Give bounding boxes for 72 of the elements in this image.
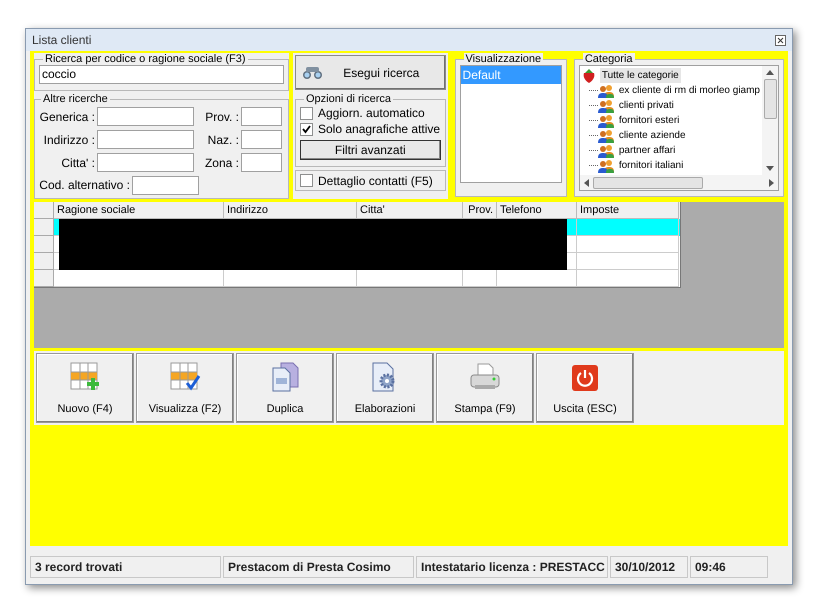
field-label: Naz. : <box>206 132 240 148</box>
close-button[interactable] <box>775 34 786 46</box>
tree-item[interactable]: ex cliente di rm di morleo giamp <box>616 83 762 98</box>
group-label: Opzioni di ricerca <box>304 93 393 105</box>
tree-item[interactable]: partner affari <box>616 143 678 158</box>
status-field: 3 record trovati <box>30 556 221 578</box>
checkbox[interactable] <box>300 174 313 187</box>
input-field[interactable] <box>241 153 282 172</box>
input-field[interactable] <box>97 130 194 149</box>
advanced-filters-button[interactable]: Filtri avanzati <box>300 140 441 160</box>
toolbar-button[interactable]: Uscita (ESC) <box>536 353 634 423</box>
field-label: Zona : <box>204 154 240 172</box>
tree-item[interactable]: Tutte le categorie <box>600 68 681 83</box>
table-row[interactable] <box>34 253 680 270</box>
group-label: Categoria <box>582 53 635 65</box>
field-label: Generica : <box>38 108 96 126</box>
binoculars-icon <box>302 66 324 80</box>
input-field[interactable]: coccio <box>39 65 284 84</box>
input-field[interactable] <box>97 153 194 172</box>
checkbox[interactable] <box>300 122 313 136</box>
table-row[interactable] <box>34 219 680 236</box>
input-field[interactable] <box>132 176 199 194</box>
close-icon <box>777 36 784 44</box>
status-field: Prestacom di Presta Cosimo <box>223 556 414 578</box>
field-label: Prov. : <box>204 108 240 126</box>
scroll-down-icon[interactable] <box>766 166 774 171</box>
checkbox-label: Solo anagrafiche attive <box>318 121 440 138</box>
table-add-icon <box>69 360 101 392</box>
vertical-scrollbar[interactable] <box>762 66 778 175</box>
tree-item[interactable]: fornitori esteri <box>616 113 682 128</box>
checkbox-label: Aggiorn. automatico <box>318 105 425 122</box>
status-field: Intestatario licenza : PRESTACC <box>416 556 608 578</box>
row-header[interactable] <box>34 236 54 253</box>
status-field: 30/10/2012 <box>610 556 688 578</box>
row-header[interactable] <box>34 219 54 236</box>
row-header[interactable] <box>34 253 54 270</box>
people-icon <box>598 98 614 112</box>
status-field: 09:46 <box>690 556 768 578</box>
input-field[interactable] <box>97 107 194 126</box>
group-label: Ricerca per codice o ragione sociale (F3) <box>43 53 248 65</box>
group-label: Altre ricerche <box>41 93 110 105</box>
people-icon <box>598 144 614 158</box>
row-header[interactable] <box>34 270 54 287</box>
checkbox-label: Dettaglio contatti (F5) <box>318 172 433 190</box>
horizontal-scrollbar[interactable] <box>580 175 778 190</box>
window-title: Lista clienti <box>32 32 92 49</box>
tree-item[interactable]: cliente aziende <box>616 128 688 143</box>
toolbar-button[interactable]: Nuovo (F4) <box>36 353 134 423</box>
people-icon <box>598 84 614 98</box>
field-label: Cod. alternativo : <box>38 177 131 194</box>
search-button[interactable]: Esegui ricerca <box>295 55 446 90</box>
field-label: Citta' : <box>60 154 96 172</box>
people-icon <box>598 128 614 142</box>
people-icon <box>598 158 614 172</box>
input-field[interactable] <box>241 130 282 149</box>
toolbar-button[interactable]: Duplica <box>236 353 334 423</box>
toolbar-button[interactable]: Visualizza (F2) <box>136 353 234 423</box>
people-icon <box>598 114 614 128</box>
scroll-right-icon[interactable] <box>769 178 774 186</box>
scroll-up-icon[interactable] <box>766 70 774 75</box>
group-label: Visualizzazione <box>464 53 544 65</box>
toolbar-button[interactable]: Elaborazioni <box>336 353 434 423</box>
scroll-left-icon[interactable] <box>584 178 589 186</box>
input-field[interactable] <box>241 107 282 126</box>
power-icon <box>570 362 600 392</box>
tree-item[interactable]: clienti privati <box>616 98 676 113</box>
tree-item[interactable]: fornitori italiani <box>616 158 686 173</box>
field-label: Indirizzo : <box>42 132 96 148</box>
toolbar-button[interactable]: Stampa (F9) <box>436 353 534 423</box>
checkbox[interactable] <box>300 106 313 120</box>
table-check-icon <box>169 360 201 392</box>
strawberry-icon <box>582 68 596 83</box>
